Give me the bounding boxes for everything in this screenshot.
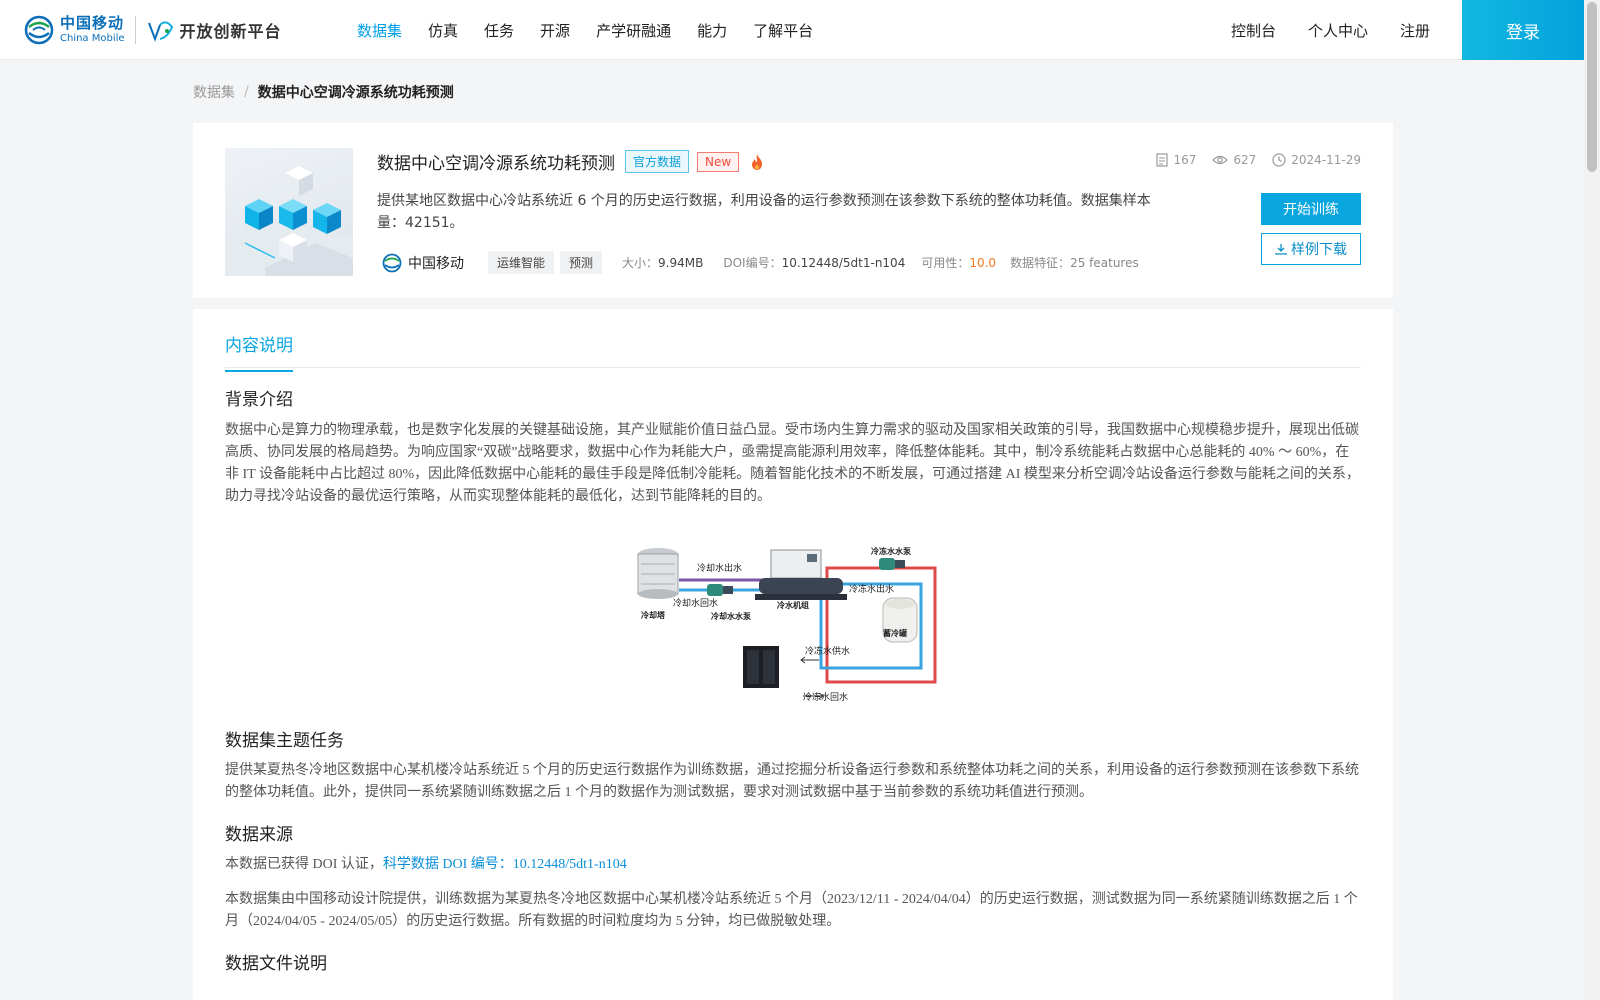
doi-link[interactable]: 科学数据 DOI 编号：10.12448/5dt1-n104 <box>383 857 627 872</box>
label-chilled-supply: 冷冻水供水 <box>805 645 850 657</box>
doi-value: 10.12448/5dt1-n104 <box>781 256 906 270</box>
task-paragraph: 提供某夏热冬冷地区数据中心某机楼冷站系统近 5 个月的历史运行数据作为训练数据，… <box>225 763 1359 800</box>
size-meta: 大小：9.94MB <box>622 254 703 271</box>
official-data-tag: 官方数据 <box>625 150 690 173</box>
chiller-unit-icon <box>755 549 847 600</box>
login-button[interactable]: 登录 <box>1462 0 1584 60</box>
usability-meta: 可用性：10.0 <box>921 254 996 271</box>
breadcrumb-datasets[interactable]: 数据集 <box>193 82 235 102</box>
document-icon <box>1156 153 1169 167</box>
background-paragraph: 数据中心是算力的物理承载，也是数字化发展的关键基础设施，其产业赋能价值日益凸显。… <box>225 423 1360 504</box>
label-cooling-tower: 冷却塔 <box>641 610 666 620</box>
nav-open-source[interactable]: 开源 <box>540 20 570 41</box>
content-tab-bar: 内容说明 <box>225 309 1361 372</box>
china-mobile-logo[interactable]: 中国移动 China Mobile 开放创新平台 <box>24 13 282 47</box>
dataset-description: 提供某地区数据中心冷站系统近 6 个月的历史运行数据，利用设备的运行参数预测在该… <box>377 193 1151 231</box>
logo-divider <box>134 16 136 44</box>
download-icon <box>1275 244 1287 255</box>
label-chilled-out: 冷冻水出水 <box>849 583 894 595</box>
sample-download-button[interactable]: 样例下载 <box>1261 233 1361 265</box>
header-right: 控制台 个人中心 注册 登录 <box>1231 0 1584 60</box>
nav-capabilities[interactable]: 能力 <box>697 20 727 41</box>
label-chiller: 冷水机组 <box>777 600 809 610</box>
views-count: 627 <box>1233 153 1257 167</box>
features-meta: 数据特征：25 features <box>1010 254 1139 271</box>
dataset-stats: 167 627 2024-11-29 <box>1140 153 1361 167</box>
label-chilled-return: 冷冻水回水 <box>803 691 848 703</box>
breadcrumb-current: 数据中心空调冷源系统功耗预测 <box>257 85 454 101</box>
new-tag: New <box>697 151 740 172</box>
china-mobile-small-logo-icon <box>382 253 402 272</box>
doi-label: DOI编号： <box>723 256 782 270</box>
features-label: 数据特征： <box>1010 256 1071 270</box>
logo-cn-text: 中国移动 <box>60 14 125 32</box>
section-task-title: 数据集主题任务 <box>225 731 344 751</box>
source-paragraph-doi: 本数据已获得 DOI 认证，科学数据 DOI 编号：10.12448/5dt1-… <box>225 854 1361 876</box>
provider-name: 中国移动 <box>408 255 464 272</box>
personal-center-link[interactable]: 个人中心 <box>1308 20 1368 41</box>
label-chilled-pump: 冷冻水水泵 <box>871 546 911 556</box>
downloads-stat: 167 <box>1156 153 1196 167</box>
features-value: 25 features <box>1070 256 1139 270</box>
section-background-title: 背景介绍 <box>225 390 293 410</box>
china-mobile-logo-icon <box>24 15 54 45</box>
dataset-title-row: 数据中心空调冷源系统功耗预测 官方数据 New <box>377 149 765 174</box>
logo-en-text: China Mobile <box>60 33 125 44</box>
publish-date: 2024-11-29 <box>1291 153 1361 167</box>
nav-tasks[interactable]: 任务 <box>484 20 514 41</box>
section-files-title: 数据文件说明 <box>225 954 327 974</box>
views-stat: 627 <box>1212 153 1256 167</box>
platform-logo-icon <box>147 21 173 42</box>
source-paragraph: 本数据集由中国移动设计院提供，训练数据为某夏热冬冷地区数据中心某机楼冷站系统近 … <box>225 892 1358 929</box>
label-cooling-pump: 冷却水水泵 <box>711 611 751 621</box>
dataset-summary-card: 数据中心空调冷源系统功耗预测 官方数据 New 提供某地区数据中心冷站系统近 6… <box>193 123 1393 298</box>
date-stat: 2024-11-29 <box>1272 153 1361 167</box>
dataset-thumbnail <box>225 148 353 276</box>
dataset-meta-row: 中国移动 运维智能 预测 大小：9.94MB DOI编号：10.12448/5d… <box>382 251 1139 274</box>
cooling-pump-icon <box>707 584 733 596</box>
tab-content-description[interactable]: 内容说明 <box>225 331 293 372</box>
dataset-title: 数据中心空调冷源系统功耗预测 <box>377 154 615 174</box>
sample-download-label: 样例下载 <box>1291 242 1347 258</box>
content-panel: 内容说明 背景介绍 数据中心是算力的物理承载，也是数字化发展的关键基础设施，其产… <box>193 309 1393 1000</box>
provider[interactable]: 中国移动 <box>382 253 464 273</box>
cooling-system-diagram: 冷却水出水 冷却水回水 冷却塔 冷却水水泵 冷水机组 冷冻水水泵 冷冻水出水 蓄… <box>637 546 937 703</box>
platform-name: 开放创新平台 <box>179 22 282 41</box>
downloads-count: 167 <box>1173 153 1197 167</box>
top-header: 中国移动 China Mobile 开放创新平台 数据集 仿真 任务 开源 产学… <box>0 0 1584 60</box>
page-scrollbar[interactable] <box>1584 0 1600 1000</box>
start-training-button[interactable]: 开始训练 <box>1261 193 1361 225</box>
doi-meta: DOI编号：10.12448/5dt1-n104 <box>723 254 905 271</box>
label-cooling-out: 冷却水出水 <box>697 562 742 574</box>
eye-icon <box>1212 155 1229 165</box>
main-nav: 数据集 仿真 任务 开源 产学研融通 能力 了解平台 <box>357 0 839 60</box>
size-label: 大小： <box>622 256 659 270</box>
label-cooling-return: 冷却水回水 <box>673 597 718 609</box>
register-link[interactable]: 注册 <box>1400 20 1430 41</box>
fire-icon <box>752 153 763 170</box>
label-storage-tank: 蓄冷罐 <box>883 628 907 638</box>
usability-value: 10.0 <box>969 256 997 270</box>
cubes-illustration-icon <box>225 166 353 276</box>
server-cabinet-icon <box>743 646 779 688</box>
nav-about-platform[interactable]: 了解平台 <box>753 20 813 41</box>
breadcrumb: 数据集 / 数据中心空调冷源系统功耗预测 <box>193 82 454 102</box>
size-value: 9.94MB <box>658 256 704 270</box>
nav-simulation[interactable]: 仿真 <box>428 20 458 41</box>
nav-datasets[interactable]: 数据集 <box>357 20 402 41</box>
source-doi-prefix: 本数据已获得 DOI 认证， <box>225 857 383 872</box>
breadcrumb-separator: / <box>244 84 249 100</box>
cooling-tower-icon <box>637 548 679 599</box>
scrollbar-thumb[interactable] <box>1587 2 1597 172</box>
tag-prediction[interactable]: 预测 <box>560 251 603 274</box>
usability-label: 可用性： <box>921 256 970 270</box>
nav-industry-academia[interactable]: 产学研融通 <box>596 20 671 41</box>
tag-ops-intelligence[interactable]: 运维智能 <box>488 251 555 274</box>
section-source-title: 数据来源 <box>225 825 293 845</box>
clock-icon <box>1272 153 1286 167</box>
console-link[interactable]: 控制台 <box>1231 20 1276 41</box>
